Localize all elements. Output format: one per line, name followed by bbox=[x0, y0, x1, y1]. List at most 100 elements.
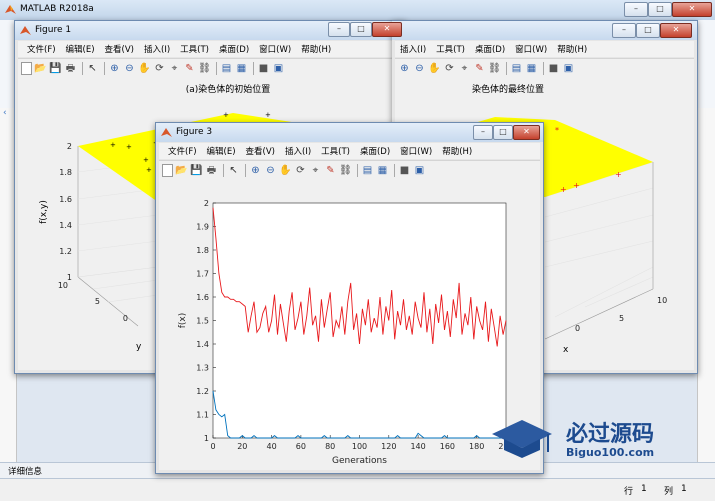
hide-plot-icon[interactable]: ■ bbox=[398, 164, 411, 177]
matlab-titlebar: MATLAB R2018a bbox=[0, 0, 715, 20]
colorbar-icon[interactable]: ▤ bbox=[510, 62, 523, 75]
pan-icon[interactable]: ✋ bbox=[279, 164, 292, 177]
data-cursor-icon[interactable]: ⌖ bbox=[309, 164, 322, 177]
menu-edit[interactable]: 编辑(E) bbox=[202, 145, 241, 157]
y-tick-label: 1.3 bbox=[196, 364, 209, 373]
svg-text:*: * bbox=[555, 126, 559, 135]
menu-help[interactable]: 帮助(H) bbox=[552, 43, 592, 55]
menu-insert[interactable]: 插入(I) bbox=[395, 43, 431, 55]
menu-view[interactable]: 查看(V) bbox=[241, 145, 280, 157]
link-icon[interactable]: ⛓ bbox=[198, 62, 211, 75]
pan-icon[interactable]: ✋ bbox=[138, 62, 151, 75]
pan-icon[interactable]: ✋ bbox=[428, 62, 441, 75]
app-title: MATLAB R2018a bbox=[20, 4, 94, 14]
pointer-icon[interactable]: ↖ bbox=[227, 164, 240, 177]
app-maximize-button[interactable]: □ bbox=[648, 2, 672, 17]
rotate-icon[interactable]: ⟳ bbox=[153, 62, 166, 75]
data-cursor-icon[interactable]: ⌖ bbox=[458, 62, 471, 75]
y-tick-label: 1.6 bbox=[196, 293, 209, 302]
toolbar-separator bbox=[216, 61, 217, 75]
show-plot-icon[interactable]: ▣ bbox=[272, 62, 285, 75]
figure1-close-button[interactable]: ✕ bbox=[372, 22, 402, 37]
menu-file[interactable]: 文件(F) bbox=[163, 145, 202, 157]
menu-tools[interactable]: 工具(T) bbox=[431, 43, 470, 55]
svg-text:+: + bbox=[573, 181, 580, 190]
new-file-icon[interactable] bbox=[21, 61, 32, 75]
menu-tools[interactable]: 工具(T) bbox=[316, 145, 355, 157]
hide-plot-icon[interactable]: ■ bbox=[547, 62, 560, 75]
legend-icon[interactable]: ▦ bbox=[525, 62, 538, 75]
brush-icon[interactable]: ✎ bbox=[473, 62, 486, 75]
link-icon[interactable]: ⛓ bbox=[339, 164, 352, 177]
menu-help[interactable]: 帮助(H) bbox=[437, 145, 477, 157]
menu-desktop[interactable]: 桌面(D) bbox=[214, 43, 254, 55]
zoom-out-icon[interactable]: ⊖ bbox=[123, 62, 136, 75]
app-close-button[interactable]: ✕ bbox=[672, 2, 712, 17]
menu-help[interactable]: 帮助(H) bbox=[296, 43, 336, 55]
y-tick-label: 1.9 bbox=[196, 223, 209, 232]
figure3-maximize-button[interactable]: □ bbox=[493, 125, 513, 140]
zoom-in-icon[interactable]: ⊕ bbox=[398, 62, 411, 75]
zoom-out-icon[interactable]: ⊖ bbox=[264, 164, 277, 177]
plot-area bbox=[212, 202, 507, 439]
figure3-close-button[interactable]: ✕ bbox=[513, 125, 540, 140]
hide-plot-icon[interactable]: ■ bbox=[257, 62, 270, 75]
menu-window[interactable]: 窗口(W) bbox=[510, 43, 552, 55]
menu-tools[interactable]: 工具(T) bbox=[175, 43, 214, 55]
open-folder-icon[interactable]: 📂 bbox=[175, 164, 188, 177]
menu-insert[interactable]: 插入(I) bbox=[280, 145, 316, 157]
menu-window[interactable]: 窗口(W) bbox=[395, 145, 437, 157]
figure2-xlabel: x bbox=[563, 345, 569, 355]
zoom-out-icon[interactable]: ⊖ bbox=[413, 62, 426, 75]
brush-icon[interactable]: ✎ bbox=[183, 62, 196, 75]
status-col-label: 列 bbox=[664, 487, 674, 497]
x-axis-label: Generations bbox=[332, 456, 387, 466]
show-plot-icon[interactable]: ▣ bbox=[562, 62, 575, 75]
menu-view[interactable]: 查看(V) bbox=[100, 43, 139, 55]
figure2-x-tick: 0 bbox=[575, 324, 580, 333]
data-cursor-icon[interactable]: ⌖ bbox=[168, 62, 181, 75]
figure2-maximize-button[interactable]: □ bbox=[636, 23, 660, 38]
legend-icon[interactable]: ▦ bbox=[235, 62, 248, 75]
print-icon[interactable]: 🖶 bbox=[205, 164, 218, 177]
colorbar-icon[interactable]: ▤ bbox=[220, 62, 233, 75]
rotate-icon[interactable]: ⟳ bbox=[294, 164, 307, 177]
menu-insert[interactable]: 插入(I) bbox=[139, 43, 175, 55]
figure1-z-tick: 2 bbox=[67, 142, 72, 151]
open-folder-icon[interactable]: 📂 bbox=[34, 62, 47, 75]
menu-file[interactable]: 文件(F) bbox=[22, 43, 61, 55]
figure3-menubar: 文件(F) 编辑(E) 查看(V) 插入(I) 工具(T) 桌面(D) 窗口(W) 帮助(H) bbox=[159, 143, 540, 159]
colorbar-icon[interactable]: ▤ bbox=[361, 164, 374, 177]
toolbar-separator bbox=[543, 61, 544, 75]
figure2-close-button[interactable]: ✕ bbox=[660, 23, 692, 38]
figure1-maximize-button[interactable]: □ bbox=[350, 22, 372, 37]
figure1-minimize-button[interactable]: – bbox=[328, 22, 350, 37]
new-file-icon[interactable] bbox=[162, 163, 173, 177]
svg-text:+: + bbox=[143, 156, 149, 164]
figure3-minimize-button[interactable]: – bbox=[473, 125, 493, 140]
pointer-icon[interactable]: ↖ bbox=[86, 62, 99, 75]
menu-edit[interactable]: 编辑(E) bbox=[61, 43, 100, 55]
zoom-in-icon[interactable]: ⊕ bbox=[249, 164, 262, 177]
save-icon[interactable]: 💾 bbox=[190, 164, 203, 177]
status-bar: 行 1 列 1 bbox=[0, 478, 715, 501]
x-tick-label: 40 bbox=[267, 442, 277, 451]
figure1-menubar: 文件(F) 编辑(E) 查看(V) 插入(I) 工具(T) 桌面(D) 窗口(W) 帮助(H) bbox=[18, 41, 402, 57]
link-icon[interactable]: ⛓ bbox=[488, 62, 501, 75]
figure2-minimize-button[interactable]: – bbox=[612, 23, 636, 38]
menu-desktop[interactable]: 桌面(D) bbox=[470, 43, 510, 55]
show-plot-icon[interactable]: ▣ bbox=[413, 164, 426, 177]
brush-icon[interactable]: ✎ bbox=[324, 164, 337, 177]
print-icon[interactable]: 🖶 bbox=[64, 62, 77, 75]
figure1-title: Figure 1 bbox=[35, 25, 72, 35]
toolbar-separator bbox=[104, 61, 105, 75]
svg-text:+: + bbox=[126, 143, 132, 151]
menu-window[interactable]: 窗口(W) bbox=[254, 43, 296, 55]
left-edge-arrow-icon[interactable]: ‹ bbox=[3, 108, 7, 118]
save-icon[interactable]: 💾 bbox=[49, 62, 62, 75]
rotate-icon[interactable]: ⟳ bbox=[443, 62, 456, 75]
legend-icon[interactable]: ▦ bbox=[376, 164, 389, 177]
zoom-in-icon[interactable]: ⊕ bbox=[108, 62, 121, 75]
app-minimize-button[interactable]: – bbox=[624, 2, 648, 17]
menu-desktop[interactable]: 桌面(D) bbox=[355, 145, 395, 157]
